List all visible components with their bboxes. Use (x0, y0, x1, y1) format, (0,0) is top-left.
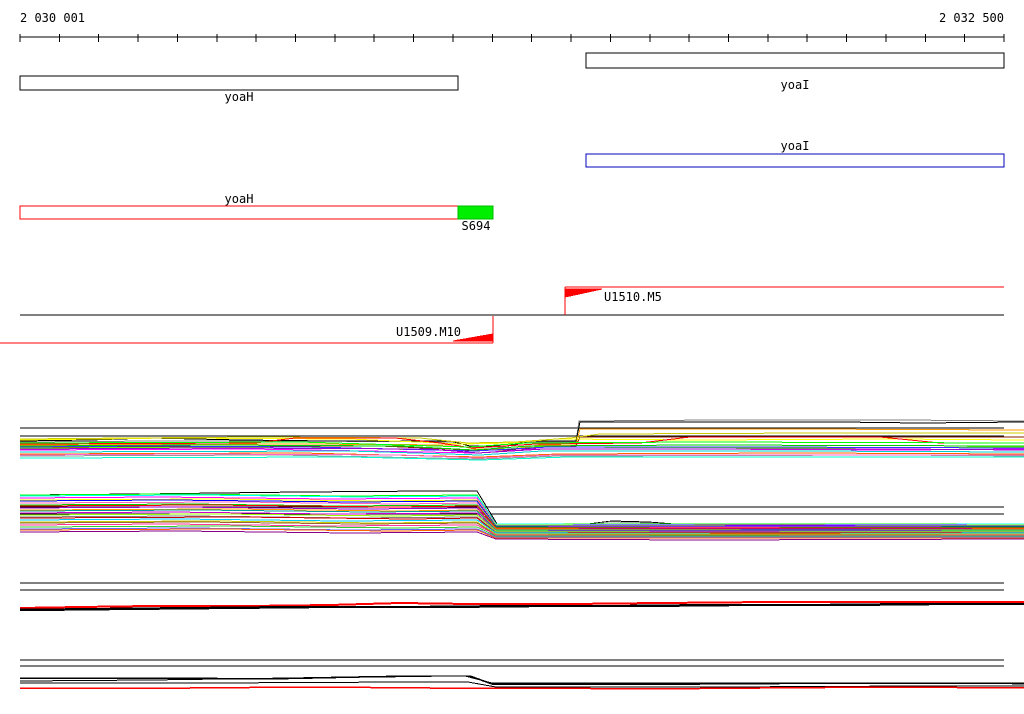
marker-label-S694: S694 (461, 219, 491, 233)
expression-track-group-2 (19, 490, 1024, 541)
transcription-unit-label-U1510-M5: U1510.M5 (604, 290, 662, 304)
gene-label-yoaI-row3: yoaI (780, 139, 810, 153)
tu-direction-wedge-icon (564, 288, 603, 298)
genome-browser-view: 2 030 001 2 032 500 yoaI yoaH yoaI yoaH … (0, 0, 1024, 714)
transcription-unit-label-U1509-M10: U1509.M10 (396, 325, 462, 339)
gene-label-yoaH-row4: yoaH (224, 192, 254, 206)
gene-box-yoaH[interactable] (19, 205, 459, 220)
coordinate-ruler (19, 34, 1005, 42)
gene-label-yoaH-row2: yoaH (224, 90, 254, 104)
ruler-start-coordinate: 2 030 001 (20, 11, 86, 25)
gene-box-yoaI[interactable] (585, 153, 1005, 168)
profile-line (19, 602, 1024, 612)
gene-box-yoaI[interactable] (585, 52, 1005, 69)
expression-track-group-4 (19, 659, 1024, 690)
gene-label-yoaI-row1: yoaI (780, 78, 810, 92)
genome-tracks-canvas (0, 34, 1024, 690)
profile-line (20, 686, 1024, 690)
gene-box-yoaH[interactable] (19, 75, 459, 91)
expression-track-group-1 (19, 419, 1024, 461)
marker-box-S694[interactable] (457, 205, 494, 220)
profile-line (19, 675, 1024, 684)
expression-track-group-3 (19, 582, 1024, 612)
ruler-end-coordinate: 2 032 500 (938, 11, 1004, 25)
